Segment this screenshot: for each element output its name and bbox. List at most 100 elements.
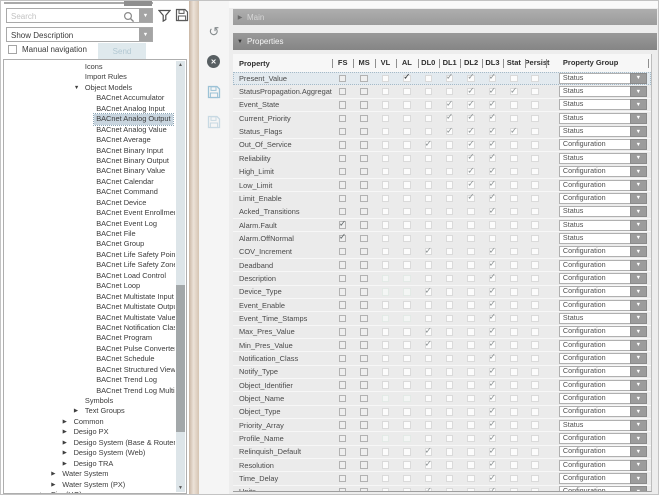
flag-checkbox-dl1[interactable] bbox=[439, 435, 460, 443]
flag-checkbox-vl[interactable] bbox=[375, 395, 396, 403]
flag-checkbox-stat[interactable] bbox=[503, 435, 524, 443]
flag-checkbox-dl0[interactable]: ✓ bbox=[418, 248, 439, 256]
flag-checkbox-vl[interactable] bbox=[375, 208, 396, 216]
filter-icon[interactable] bbox=[158, 9, 171, 27]
flag-checkbox-dl0[interactable] bbox=[418, 435, 439, 443]
flag-checkbox-dl0[interactable] bbox=[418, 395, 439, 403]
flag-checkbox-dl0[interactable] bbox=[418, 128, 439, 136]
flag-checkbox-dl1[interactable] bbox=[439, 141, 460, 149]
table-row[interactable]: Deadband ✓ Configuration ▼ bbox=[233, 259, 651, 272]
flag-checkbox-vl[interactable] bbox=[375, 488, 396, 492]
flag-checkbox-persist[interactable] bbox=[525, 288, 546, 296]
flag-checkbox-dl1[interactable] bbox=[439, 155, 460, 163]
flag-checkbox-dl1[interactable] bbox=[439, 221, 460, 229]
flag-checkbox-fs[interactable] bbox=[332, 461, 353, 469]
flag-checkbox-ms[interactable] bbox=[353, 248, 374, 256]
property-group-dropdown[interactable]: Configuration ▼ bbox=[559, 460, 647, 471]
scroll-down-icon[interactable]: ▼ bbox=[176, 484, 185, 492]
flag-checkbox-ms[interactable] bbox=[353, 315, 374, 323]
flag-checkbox-fs[interactable] bbox=[332, 168, 353, 176]
flag-checkbox-dl2[interactable] bbox=[460, 488, 481, 492]
flag-checkbox-dl1[interactable] bbox=[439, 288, 460, 296]
flag-checkbox-dl0[interactable] bbox=[418, 261, 439, 269]
flag-checkbox-fs[interactable] bbox=[332, 395, 353, 403]
flag-checkbox-ms[interactable] bbox=[353, 435, 374, 443]
flag-checkbox-dl3[interactable]: ✓ bbox=[482, 88, 503, 96]
flag-checkbox-dl3[interactable]: ✓ bbox=[482, 328, 503, 336]
property-group-dropdown[interactable]: Configuration ▼ bbox=[559, 180, 647, 191]
close-icon[interactable]: ✕ bbox=[207, 55, 220, 68]
flag-checkbox-al[interactable] bbox=[396, 261, 417, 269]
flag-checkbox-ms[interactable] bbox=[353, 448, 374, 456]
flag-checkbox-dl1[interactable] bbox=[439, 381, 460, 389]
flag-checkbox-dl0[interactable] bbox=[418, 155, 439, 163]
table-row[interactable]: Priority_Array ✓ Status ▼ bbox=[233, 419, 651, 432]
flag-checkbox-fs[interactable] bbox=[332, 115, 353, 123]
flag-checkbox-persist[interactable] bbox=[525, 341, 546, 349]
tree-scrollbar-thumb[interactable] bbox=[176, 285, 185, 432]
tree-expander-icon[interactable]: ▶ bbox=[74, 406, 83, 416]
flag-checkbox-vl[interactable] bbox=[375, 195, 396, 203]
tree-item[interactable]: BACnet Trend Log bbox=[4, 375, 175, 385]
flag-checkbox-persist[interactable] bbox=[525, 275, 546, 283]
flag-checkbox-dl0[interactable] bbox=[418, 235, 439, 243]
property-group-dropdown[interactable]: Configuration ▼ bbox=[559, 300, 647, 311]
flag-checkbox-dl3[interactable]: ✓ bbox=[482, 315, 503, 323]
table-row[interactable]: Status_Flags ✓✓✓✓ Status ▼ bbox=[233, 125, 651, 138]
flag-checkbox-fs[interactable] bbox=[332, 195, 353, 203]
flag-checkbox-ms[interactable] bbox=[353, 288, 374, 296]
flag-checkbox-fs[interactable] bbox=[332, 421, 353, 429]
tree-item[interactable]: BACnet Event Log bbox=[4, 219, 175, 229]
tree-item[interactable]: BACnet Program bbox=[4, 333, 175, 343]
flag-checkbox-al[interactable] bbox=[396, 141, 417, 149]
flag-checkbox-stat[interactable] bbox=[503, 288, 524, 296]
flag-checkbox-persist[interactable] bbox=[525, 328, 546, 336]
flag-checkbox-persist[interactable] bbox=[525, 475, 546, 483]
flag-checkbox-fs[interactable]: ✓ bbox=[332, 235, 353, 243]
flag-checkbox-ms[interactable] bbox=[353, 395, 374, 403]
flag-checkbox-vl[interactable] bbox=[375, 435, 396, 443]
tree-expander-icon[interactable]: ▶ bbox=[63, 417, 72, 427]
property-group-dropdown[interactable]: Configuration ▼ bbox=[559, 193, 647, 204]
property-group-dropdown[interactable]: Status ▼ bbox=[559, 420, 647, 431]
flag-checkbox-stat[interactable] bbox=[503, 301, 524, 309]
flag-checkbox-al[interactable] bbox=[396, 475, 417, 483]
flag-checkbox-dl3[interactable]: ✓ bbox=[482, 435, 503, 443]
flag-checkbox-dl2[interactable]: ✓ bbox=[460, 155, 481, 163]
tree-item[interactable]: ▶ Desigo PX bbox=[4, 427, 175, 437]
flag-checkbox-persist[interactable] bbox=[525, 221, 546, 229]
flag-checkbox-stat[interactable] bbox=[503, 368, 524, 376]
flag-checkbox-al[interactable] bbox=[396, 408, 417, 416]
flag-checkbox-dl1[interactable] bbox=[439, 235, 460, 243]
property-group-dropdown[interactable]: Status ▼ bbox=[559, 99, 647, 110]
tree-item[interactable]: BACnet Command bbox=[4, 187, 175, 197]
dropdown-arrow-icon[interactable]: ▼ bbox=[630, 433, 647, 444]
flag-checkbox-dl3[interactable]: ✓ bbox=[482, 115, 503, 123]
flag-checkbox-dl1[interactable] bbox=[439, 355, 460, 363]
flag-checkbox-persist[interactable] bbox=[525, 248, 546, 256]
tree-item[interactable]: BACnet Multistate Input bbox=[4, 292, 175, 302]
property-group-dropdown[interactable]: Configuration ▼ bbox=[559, 446, 647, 457]
flag-checkbox-dl3[interactable]: ✓ bbox=[482, 168, 503, 176]
flag-checkbox-ms[interactable] bbox=[353, 368, 374, 376]
flag-checkbox-dl3[interactable]: ✓ bbox=[482, 128, 503, 136]
flag-checkbox-dl1[interactable]: ✓ bbox=[439, 115, 460, 123]
flag-checkbox-ms[interactable] bbox=[353, 408, 374, 416]
flag-checkbox-dl3[interactable]: ✓ bbox=[482, 448, 503, 456]
flag-checkbox-dl3[interactable]: ✓ bbox=[482, 288, 503, 296]
flag-checkbox-persist[interactable] bbox=[525, 208, 546, 216]
dropdown-arrow-icon[interactable]: ▼ bbox=[630, 460, 647, 471]
flag-checkbox-al[interactable] bbox=[396, 368, 417, 376]
flag-checkbox-dl1[interactable] bbox=[439, 195, 460, 203]
dropdown-arrow-icon[interactable]: ▼ bbox=[630, 393, 647, 404]
flag-checkbox-persist[interactable] bbox=[525, 181, 546, 189]
tree-item[interactable]: BACnet Event Enrollment bbox=[4, 208, 175, 218]
flag-checkbox-dl2[interactable]: ✓ bbox=[460, 88, 481, 96]
flag-checkbox-persist[interactable] bbox=[525, 101, 546, 109]
flag-checkbox-persist[interactable] bbox=[525, 128, 546, 136]
property-group-dropdown[interactable]: Status ▼ bbox=[559, 126, 647, 137]
flag-checkbox-al[interactable] bbox=[396, 381, 417, 389]
flag-checkbox-persist[interactable] bbox=[525, 235, 546, 243]
flag-checkbox-dl1[interactable] bbox=[439, 88, 460, 96]
flag-checkbox-dl1[interactable]: ✓ bbox=[439, 128, 460, 136]
